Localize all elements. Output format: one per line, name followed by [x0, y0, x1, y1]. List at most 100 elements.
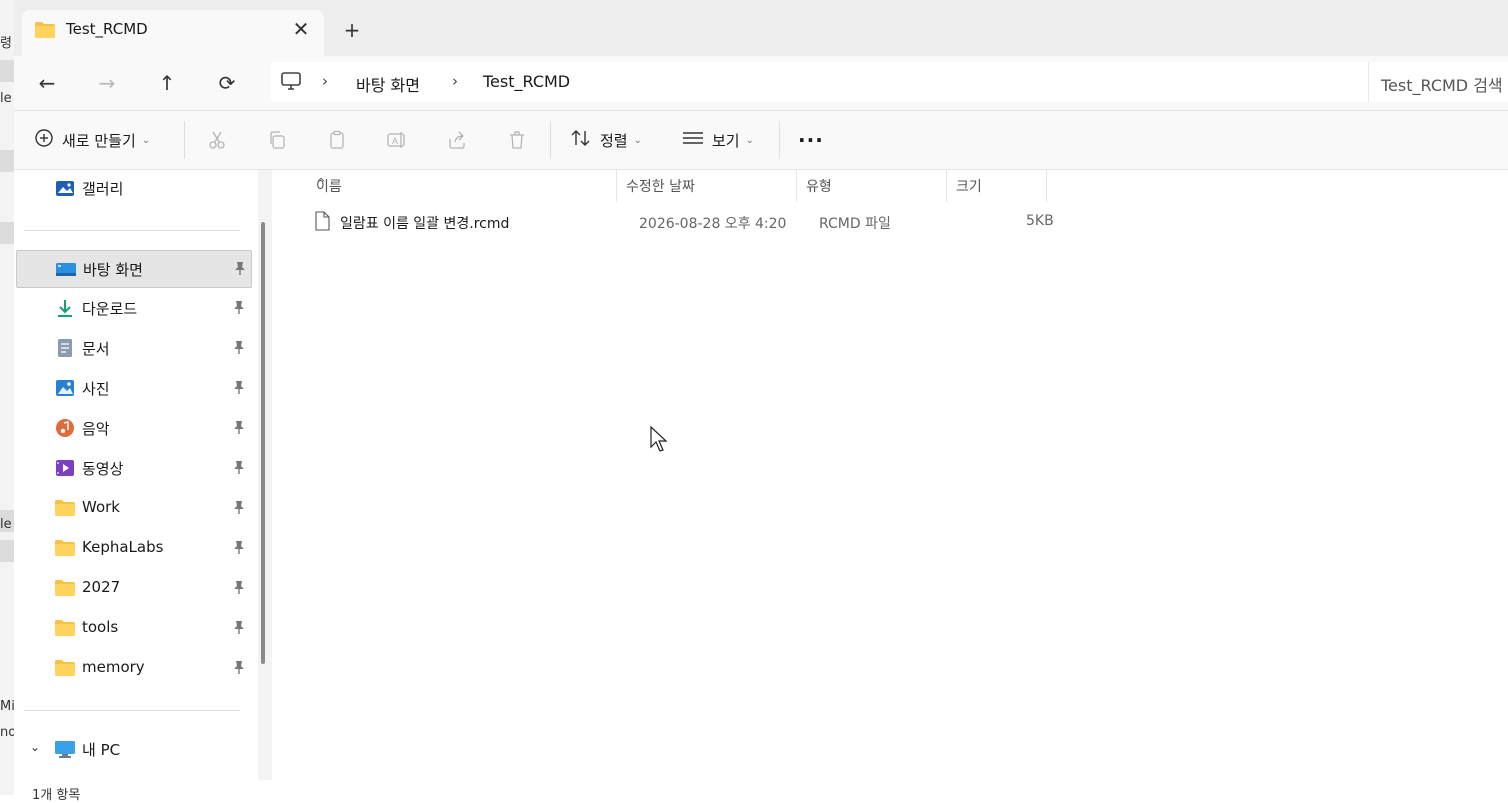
background-text: no	[0, 725, 15, 740]
sidebar-item-2027[interactable]: 2027	[16, 570, 250, 606]
file-modified: 2026-08-28 오후 4:20	[639, 216, 787, 232]
sort-ascending-icon: ^	[316, 176, 327, 190]
back-button[interactable]: ←	[30, 66, 64, 100]
breadcrumb-chevron-icon[interactable]: ›	[452, 72, 458, 90]
more-icon: ···	[798, 128, 824, 152]
cut-button[interactable]	[201, 123, 233, 157]
sort-button[interactable]: 정렬 ⌄	[570, 123, 642, 157]
sidebar-item-label: memory	[82, 658, 145, 676]
music-icon	[54, 418, 76, 438]
pin-icon[interactable]	[232, 299, 246, 319]
sidebar-item-downloads[interactable]: 다운로드	[16, 290, 250, 326]
background-band	[0, 540, 14, 562]
new-tab-button[interactable]: +	[338, 16, 366, 44]
pin-icon[interactable]	[232, 419, 246, 439]
sidebar-item-pictures[interactable]: 사진	[16, 370, 250, 406]
folder-icon	[54, 538, 76, 558]
search-box[interactable]: Test_RCMD 검색	[1368, 62, 1508, 102]
rename-button[interactable]: A	[381, 123, 413, 157]
pin-icon[interactable]	[232, 379, 246, 399]
file-row[interactable]: 일람표 이름 일괄 변경.rcmd 2026-08-28 오후 4:20 RCM…	[292, 208, 1054, 238]
breadcrumb-desktop[interactable]: 바탕 화면	[356, 72, 420, 96]
pin-icon[interactable]	[232, 659, 246, 679]
share-button[interactable]	[441, 123, 473, 157]
plus-circle-icon	[34, 128, 54, 152]
address-bar[interactable]: › 바탕 화면 › Test_RCMD	[270, 62, 1370, 102]
sidebar-item-gallery[interactable]: 갤러리	[16, 170, 250, 206]
share-icon	[441, 123, 473, 157]
background-band	[0, 222, 14, 244]
background-band	[0, 150, 14, 172]
search-placeholder: Test_RCMD 검색	[1381, 76, 1503, 95]
sidebar-item-kephalabs[interactable]: KephaLabs	[16, 530, 250, 566]
background-band	[0, 60, 14, 82]
desktop-icon	[55, 259, 77, 279]
pin-icon[interactable]	[232, 459, 246, 479]
sidebar-item-documents[interactable]: 문서	[16, 330, 250, 366]
sidebar-item-tools[interactable]: tools	[16, 610, 250, 646]
toolbar-divider	[550, 121, 551, 159]
new-button-label: 새로 만들기	[62, 131, 136, 150]
pin-icon[interactable]	[232, 539, 246, 559]
status-bar: 1개 항목	[14, 780, 1508, 803]
list-view-icon	[682, 128, 704, 152]
column-header-type[interactable]: 유형	[796, 170, 946, 202]
sort-icon	[570, 128, 592, 152]
sidebar-item-label: KephaLabs	[82, 538, 164, 556]
paste-button[interactable]	[321, 123, 353, 157]
chevron-down-icon[interactable]: ⌄	[30, 740, 40, 754]
sidebar-scrollbar[interactable]	[258, 170, 272, 780]
navigation-pane: 갤러리 바탕 화면 다운로드 문서 사진 음악 동영상 Work KephaLa…	[14, 170, 258, 780]
sidebar-item-this-pc[interactable]: ⌄ 내 PC	[16, 731, 250, 767]
close-tab-button[interactable]: ✕	[288, 16, 314, 42]
pin-icon[interactable]	[233, 260, 247, 280]
item-count: 1개 항목	[32, 788, 81, 803]
forward-button[interactable]: →	[90, 66, 124, 100]
file-explorer-window: Test_RCMD ✕ + ← → ↑ ⟳ › 바탕 화면 › Test_RCM…	[14, 0, 1508, 803]
column-header-name[interactable]: 이름 ^	[306, 170, 616, 202]
sidebar-item-label: 내 PC	[82, 741, 121, 759]
sidebar-item-memory[interactable]: memory	[16, 650, 250, 686]
column-header-label: 크기	[956, 179, 982, 195]
tab-title: Test_RCMD	[66, 20, 148, 38]
copy-button[interactable]	[261, 123, 293, 157]
chevron-down-icon: ⌄	[141, 134, 151, 146]
pin-icon[interactable]	[232, 579, 246, 599]
refresh-button[interactable]: ⟳	[210, 66, 244, 100]
new-button[interactable]: 새로 만들기 ⌄	[34, 123, 150, 157]
trash-icon	[501, 123, 533, 157]
background-text: Mi	[0, 699, 15, 714]
pin-icon[interactable]	[232, 499, 246, 519]
computer-icon	[54, 739, 76, 759]
delete-button[interactable]	[501, 123, 533, 157]
sidebar-item-label: 사진	[82, 380, 110, 398]
up-button[interactable]: ↑	[150, 66, 184, 100]
breadcrumb-test-rcmd[interactable]: Test_RCMD	[483, 72, 570, 91]
sidebar-item-label: 문서	[82, 340, 110, 358]
file-icon	[314, 211, 330, 235]
sidebar-item-label: 바탕 화면	[83, 261, 143, 279]
view-button[interactable]: 보기 ⌄	[682, 123, 754, 157]
scrollbar-thumb[interactable]	[261, 222, 265, 664]
sidebar-item-desktop[interactable]: 바탕 화면	[16, 250, 252, 288]
more-options-button[interactable]: ···	[798, 123, 824, 157]
sidebar-item-label: 다운로드	[82, 300, 138, 318]
folder-icon	[54, 578, 76, 598]
sidebar-item-videos[interactable]: 동영상	[16, 450, 250, 486]
sidebar-divider	[24, 230, 240, 231]
sidebar-item-music[interactable]: 음악	[16, 410, 250, 446]
breadcrumb-chevron-icon[interactable]: ›	[322, 72, 328, 90]
column-separator[interactable]	[1046, 170, 1047, 202]
pin-icon[interactable]	[232, 339, 246, 359]
column-header-size[interactable]: 크기	[946, 170, 1046, 202]
tab-test-rcmd[interactable]: Test_RCMD ✕	[22, 10, 324, 56]
sidebar-item-label: 동영상	[82, 460, 124, 478]
sidebar-item-work[interactable]: Work	[16, 490, 250, 526]
gallery-icon	[54, 178, 76, 198]
column-header-modified[interactable]: 수정한 날짜	[616, 170, 796, 202]
pin-icon[interactable]	[232, 619, 246, 639]
title-bar: Test_RCMD ✕ +	[14, 0, 1508, 56]
background-text: le	[0, 91, 12, 106]
command-bar: 새로 만들기 ⌄ A 정렬 ⌄ 보기 ⌄ ···	[14, 111, 1508, 170]
sidebar-item-label: 갤러리	[82, 180, 124, 198]
